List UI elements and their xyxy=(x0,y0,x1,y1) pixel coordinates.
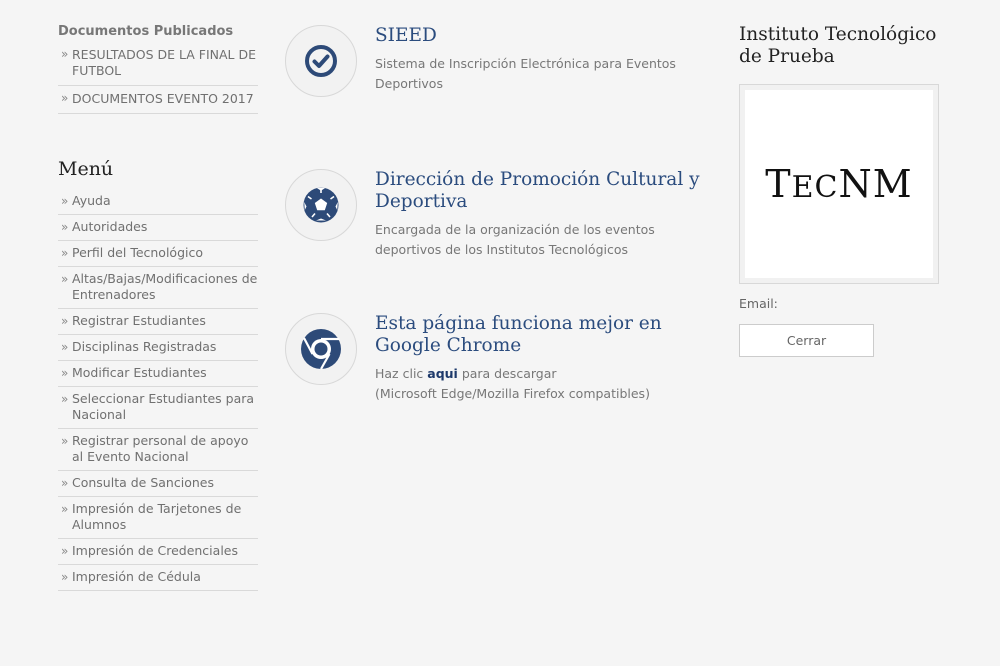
feature-title: Dirección de Promoción Cultural y Deport… xyxy=(375,169,700,212)
description-suffix: para descargar xyxy=(457,366,557,381)
logo-frame: TECNM xyxy=(739,84,939,284)
logo-wordmark: TECNM xyxy=(765,162,913,206)
document-link[interactable]: RESULTADOS DE LA FINAL DE FUTBOL xyxy=(58,42,258,86)
download-chrome-link[interactable]: aqui xyxy=(427,366,458,381)
feature-icon-circle xyxy=(285,169,357,241)
feature-description: Haz clic aqui para descargar (Microsoft … xyxy=(375,364,720,404)
feature-description: Encargada de la organización de los even… xyxy=(375,222,655,257)
email-label: Email: xyxy=(739,296,778,311)
menu-item-personal-apoyo[interactable]: Registrar personal de apoyo al Evento Na… xyxy=(58,429,258,471)
feature-description: Sistema de Inscripción Electrónica para … xyxy=(375,56,676,91)
feature-icon-circle xyxy=(285,25,357,97)
feature-icon-circle xyxy=(285,313,357,385)
menu-list: Ayuda Autoridades Perfil del Tecnológico… xyxy=(58,189,258,591)
menu-item-disciplinas[interactable]: Disciplinas Registradas xyxy=(58,335,258,361)
menu-item-ayuda[interactable]: Ayuda xyxy=(58,189,258,215)
left-sidebar: Documentos Publicados RESULTADOS DE LA F… xyxy=(58,24,258,591)
close-button[interactable]: Cerrar xyxy=(739,324,874,357)
right-sidebar: Instituto Tecnológico de Prueba TECNM Em… xyxy=(739,24,939,357)
feature-title: SIEED xyxy=(375,25,437,46)
institute-logo: TECNM xyxy=(745,90,933,278)
feature-promocion: Dirección de Promoción Cultural y Deport… xyxy=(285,169,715,257)
menu-item-registrar-estudiantes[interactable]: Registrar Estudiantes xyxy=(58,309,258,335)
soccer-ball-icon xyxy=(303,187,339,223)
menu-item-entrenadores[interactable]: Altas/Bajas/Modificaciones de Entrenador… xyxy=(58,267,258,309)
feature-sieed: SIEED Sistema de Inscripción Electrónica… xyxy=(285,25,715,105)
menu-heading: Menú xyxy=(58,158,114,180)
check-icon xyxy=(305,45,337,77)
menu-item-perfil[interactable]: Perfil del Tecnológico xyxy=(58,241,258,267)
menu-item-modificar-estudiantes[interactable]: Modificar Estudiantes xyxy=(58,361,258,387)
menu-item-autoridades[interactable]: Autoridades xyxy=(58,215,258,241)
menu-item-credenciales[interactable]: Impresión de Credenciales xyxy=(58,539,258,565)
description-prefix: Haz clic xyxy=(375,366,428,381)
menu-item-tarjetones[interactable]: Impresión de Tarjetones de Alumnos xyxy=(58,497,258,539)
document-link[interactable]: DOCUMENTOS EVENTO 2017 xyxy=(58,86,258,114)
menu-item-cedula[interactable]: Impresión de Cédula xyxy=(58,565,258,591)
documents-list: RESULTADOS DE LA FINAL DE FUTBOL DOCUMEN… xyxy=(58,42,258,114)
menu-item-seleccionar-nacional[interactable]: Seleccionar Estudiantes para Nacional xyxy=(58,387,258,429)
institute-title: Instituto Tecnológico de Prueba xyxy=(739,24,937,67)
documents-heading: Documentos Publicados xyxy=(58,24,234,39)
feature-title: Esta página funciona mejor en Google Chr… xyxy=(375,313,662,356)
menu-item-sanciones[interactable]: Consulta de Sanciones xyxy=(58,471,258,497)
description-compat: (Microsoft Edge/Mozilla Firefox compatib… xyxy=(375,386,650,401)
chrome-icon xyxy=(301,329,341,370)
feature-chrome: Esta página funciona mejor en Google Chr… xyxy=(285,313,715,413)
